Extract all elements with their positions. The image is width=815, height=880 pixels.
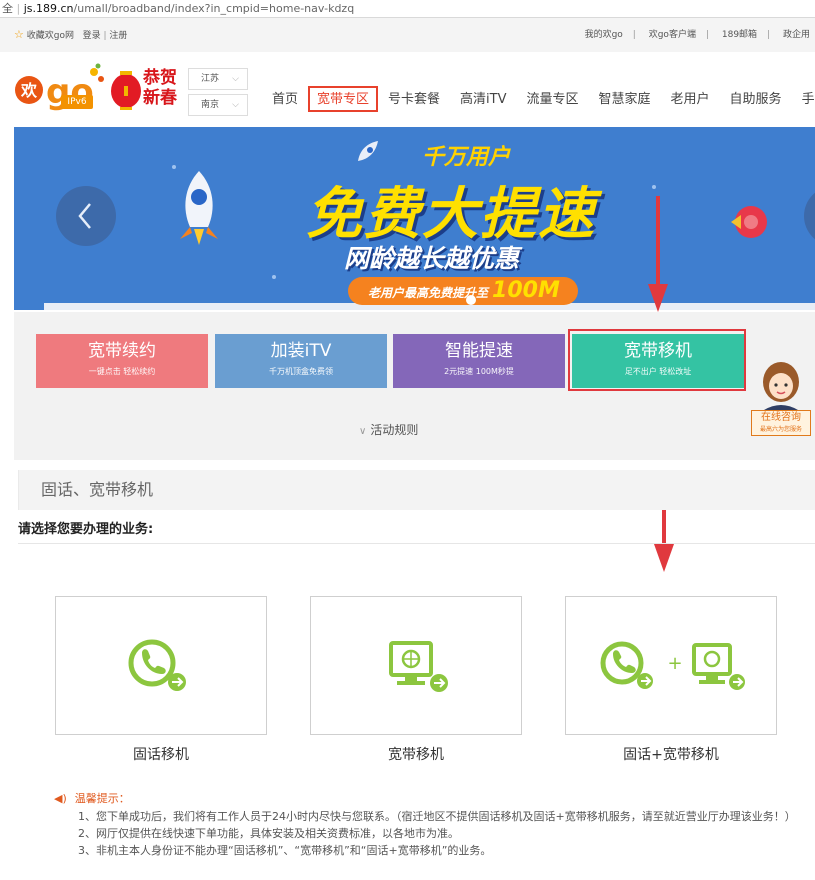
site-logo[interactable]: 欢 go <box>14 62 108 118</box>
url-host: js.189.cn <box>23 2 74 15</box>
phone-plus-computer-move-icon: + <box>600 641 745 690</box>
consult-subtitle: 最高六为您服务 <box>759 426 802 433</box>
nav-item-smart-home[interactable]: 智慧家庭 <box>589 86 661 112</box>
service-label-phone-broadband-move[interactable]: 固话+宽带移机 <box>565 744 777 764</box>
divider: | <box>767 30 771 40</box>
main-nav: 首页 宽带专区 号卡套餐 高清iTV 流量专区 智慧家庭 老用户 自助服务 手机… <box>262 86 815 112</box>
topbar-right: 我的欢go | 欢go客户端 | 189邮箱 | 政企用 <box>580 18 815 52</box>
nav-item-home[interactable]: 首页 <box>262 86 308 112</box>
activity-rules-label: 活动规则 <box>370 423 419 437</box>
url-path: /umall/broadband/index?in_cmpid=home-nav… <box>73 2 355 15</box>
activity-rules-toggle[interactable]: ∨ 活动规则 <box>359 421 418 438</box>
browser-address-bar[interactable]: 全 | js.189.cn/umall/broadband/index?in_c… <box>0 0 815 18</box>
phone-move-icon <box>128 639 186 691</box>
divider: | <box>103 31 107 41</box>
tip-line: 2、网厅仅提供在线快速下单功能，具体安装及相关资费标准，以各地市为准。 <box>78 827 459 840</box>
promo-banner[interactable]: 千万用户 免费大提速 网龄越长越优惠 老用户最高免费提升至 100M <box>14 127 815 310</box>
star-icon[interactable]: ☆ <box>14 28 24 41</box>
computer-move-icon <box>389 641 448 692</box>
festival-line-1: 恭贺 <box>143 68 177 88</box>
service-prompt: 请选择您要办理的业务: <box>18 522 154 537</box>
chevron-left-icon <box>78 203 91 229</box>
login-link[interactable]: 登录 <box>83 31 101 41</box>
chevron-down-icon: ⌵ <box>232 100 239 110</box>
divider: | <box>632 30 636 40</box>
tile-add-itv[interactable]: 加装iTV 千万机顶盒免费领 <box>215 334 387 388</box>
tile-subtitle: 2元提速 100M秒提 <box>444 367 514 376</box>
tile-broadband-renewal[interactable]: 宽带续约 一键点击 轻松续约 <box>36 334 208 388</box>
banner-offer-pill: 老用户最高免费提升至 100M <box>348 277 578 305</box>
register-link[interactable]: 注册 <box>109 31 127 41</box>
tip-line: 1、您下单成功后，我们将有工作人员于24小时内尽快与您联系。（宿迁地区不提供固话… <box>78 810 796 823</box>
banner-subheadline: 网龄越长越优惠 <box>344 244 520 273</box>
annotation-arrow-down-icon <box>648 196 668 312</box>
divider <box>18 543 815 544</box>
favorite-link[interactable]: 收藏欢go网 <box>27 31 74 41</box>
tip-line: 3、非机主本人身份证不能办理“固话移机”、“宽带移机”和“固话+宽带移机”的业务… <box>78 844 492 857</box>
divider: | <box>705 30 709 40</box>
url-prefix: 全 <box>2 2 13 15</box>
tile-subtitle: 一键点击 轻松续约 <box>88 367 156 376</box>
ipv6-badge: IPv6 <box>61 95 93 109</box>
section-title: 固话、宽带移机 <box>18 470 815 510</box>
service-card-phone-move[interactable] <box>55 596 267 735</box>
topbar-link-my-huango[interactable]: 我的欢go <box>585 30 623 40</box>
topbar-left: ☆ 收藏欢go网 登录 | 注册 <box>14 18 127 53</box>
nav-item-phones[interactable]: 手机数码 <box>792 86 815 112</box>
city-select[interactable]: 南京 ⌵ <box>188 94 248 116</box>
tips-heading: 温馨提示： <box>74 792 130 805</box>
gift-icon <box>731 206 767 238</box>
topbar-link-enterprise[interactable]: 政企用 <box>783 30 810 40</box>
nav-item-sim-plans[interactable]: 号卡套餐 <box>378 86 450 112</box>
banner-offer-speed: 100M <box>492 278 560 303</box>
tips-heading-row: ◀) 温馨提示： <box>54 790 809 807</box>
top-utility-bar: ☆ 收藏欢go网 登录 | 注册 我的欢go | 欢go客户端 | 189邮箱 | 政… <box>0 18 815 52</box>
service-label-broadband-move[interactable]: 宽带移机 <box>310 744 522 764</box>
annotation-highlight-box <box>568 329 746 391</box>
tile-subtitle: 千万机顶盒免费领 <box>269 367 333 376</box>
consult-title: 在线咨询 <box>761 412 801 423</box>
nav-item-self-service[interactable]: 自助服务 <box>720 86 792 112</box>
festival-greeting: 恭贺 新春 <box>143 68 177 108</box>
nav-item-itv[interactable]: 高清iTV <box>450 86 516 112</box>
service-card-broadband-move[interactable] <box>310 596 522 735</box>
url-divider: | <box>16 2 21 15</box>
province-value: 江苏 <box>201 74 220 84</box>
banner-headline: 免费大提速 <box>306 181 596 247</box>
tips-panel: ◀) 温馨提示： 1、您下单成功后，我们将有工作人员于24小时内尽快与您联系。（宿… <box>54 790 809 859</box>
svg-text:+: + <box>667 653 682 674</box>
online-consult-button[interactable]: 在线咨询 最高六为您服务 <box>751 410 811 436</box>
carousel-indicator[interactable] <box>466 295 476 305</box>
site-header: 欢 go IPv6 恭贺 新春 江苏 ⌵ 南京 ⌵ 首页 宽带专区 号卡套餐 高… <box>0 52 815 126</box>
tile-title: 智能提速 <box>445 341 513 361</box>
region-selectors: 江苏 ⌵ 南京 ⌵ <box>188 68 248 120</box>
speaker-icon: ◀) <box>54 792 67 805</box>
topbar-link-mail[interactable]: 189邮箱 <box>722 30 757 40</box>
festival-line-2: 新春 <box>143 88 177 108</box>
chevron-down-icon: ∨ <box>359 426 367 437</box>
nav-item-broadband[interactable]: 宽带专区 <box>308 86 379 112</box>
service-label-phone-move[interactable]: 固话移机 <box>55 744 267 764</box>
nav-item-data[interactable]: 流量专区 <box>517 86 589 112</box>
service-card-phone-broadband-move[interactable]: + <box>565 596 777 735</box>
nav-item-existing-users[interactable]: 老用户 <box>661 86 720 112</box>
province-select[interactable]: 江苏 ⌵ <box>188 68 248 90</box>
rocket-small-icon <box>358 141 378 161</box>
activity-panel: 宽带续约 一键点击 轻松续约 加装iTV 千万机顶盒免费领 智能提速 2元提速 … <box>14 312 815 460</box>
tile-smart-speedup[interactable]: 智能提速 2元提速 100M秒提 <box>393 334 565 388</box>
city-value: 南京 <box>201 100 220 110</box>
rocket-icon <box>180 171 218 245</box>
banner-prev-button[interactable] <box>56 186 116 246</box>
banner-top-line: 千万用户 <box>422 144 511 170</box>
chevron-down-icon: ⌵ <box>232 74 239 84</box>
svg-text:欢: 欢 <box>20 81 38 100</box>
topbar-link-client[interactable]: 欢go客户端 <box>649 30 696 40</box>
tile-title: 加装iTV <box>270 341 332 361</box>
tile-title: 宽带续约 <box>88 341 156 361</box>
